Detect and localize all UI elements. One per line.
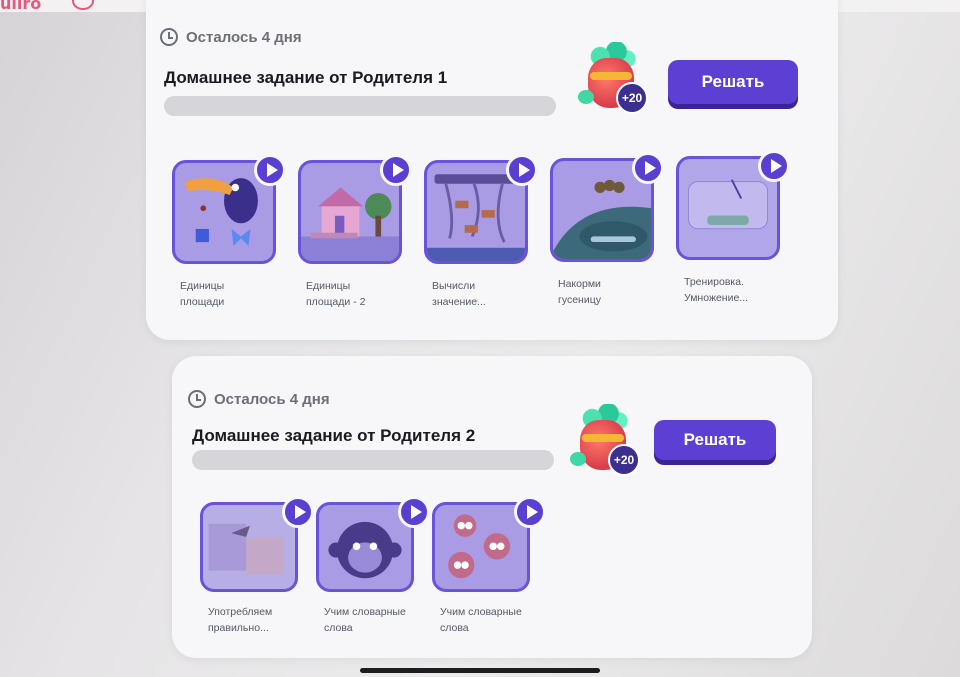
- owls-icon: [448, 514, 511, 579]
- clock-icon: [188, 390, 206, 408]
- homework-card-1: Осталось 4 дня Домашнее задание от Родит…: [146, 0, 838, 340]
- play-icon[interactable]: [380, 154, 412, 186]
- homework-title: Домашнее задание от Родителя 1: [164, 68, 448, 87]
- homework-title: Домашнее задание от Родителя 2: [192, 426, 476, 445]
- solve-button[interactable]: Решать: [654, 420, 776, 460]
- time-remaining-label: Осталось 4 дня: [186, 28, 302, 46]
- clock-icon: [160, 28, 178, 46]
- time-remaining-label: Осталось 4 дня: [214, 390, 330, 408]
- monkey-icon: [328, 521, 402, 579]
- task-label: Единицы площади: [180, 280, 225, 308]
- task-label: Вычисли значение...: [432, 280, 486, 308]
- home-indicator[interactable]: [360, 668, 600, 673]
- play-icon[interactable]: [632, 152, 664, 184]
- play-icon[interactable]: [398, 496, 430, 528]
- task-label: Учим словарные слова: [440, 606, 522, 634]
- task-label: Учим словарные слова: [324, 606, 406, 634]
- play-icon[interactable]: [758, 150, 790, 182]
- time-remaining: Осталось 4 дня: [188, 390, 330, 408]
- task-label: Единицы площади - 2: [306, 280, 366, 308]
- task-label: Накорми гусеницу: [558, 278, 601, 306]
- play-icon[interactable]: [514, 496, 546, 528]
- reward-bag: +20: [570, 404, 640, 476]
- task-tile[interactable]: Употребляем правильно...: [200, 496, 314, 636]
- reward-badge: +20: [616, 82, 648, 114]
- play-icon[interactable]: [254, 154, 286, 186]
- app-logo: uiiro: [0, 0, 42, 13]
- play-icon[interactable]: [282, 496, 314, 528]
- homework-card-2: Осталось 4 дня Домашнее задание от Родит…: [172, 356, 812, 658]
- app-icon[interactable]: [72, 0, 94, 10]
- task-tile[interactable]: Тренировка. Умножение...: [676, 150, 790, 306]
- homework-progress-bar: [192, 450, 554, 470]
- task-label: Тренировка. Умножение...: [684, 276, 749, 304]
- time-remaining: Осталось 4 дня: [160, 28, 302, 46]
- puzzle-bird-icon: [208, 523, 284, 575]
- reward-badge: +20: [608, 444, 640, 476]
- task-tile[interactable]: Учим словарные слова: [316, 496, 430, 636]
- task-tile[interactable]: Единицы площади - 2: [298, 154, 412, 310]
- reward-bag: +20: [578, 42, 648, 114]
- task-tile[interactable]: Накорми гусеницу: [550, 152, 664, 308]
- task-tile[interactable]: Единицы площади: [172, 154, 286, 310]
- task-tile[interactable]: Вычисли значение...: [424, 154, 538, 310]
- task-label: Употребляем правильно...: [208, 606, 273, 634]
- task-tile[interactable]: Учим словарные слова: [432, 496, 546, 636]
- homework-progress-bar: [164, 96, 556, 116]
- solve-button[interactable]: Решать: [668, 60, 798, 104]
- play-icon[interactable]: [506, 154, 538, 186]
